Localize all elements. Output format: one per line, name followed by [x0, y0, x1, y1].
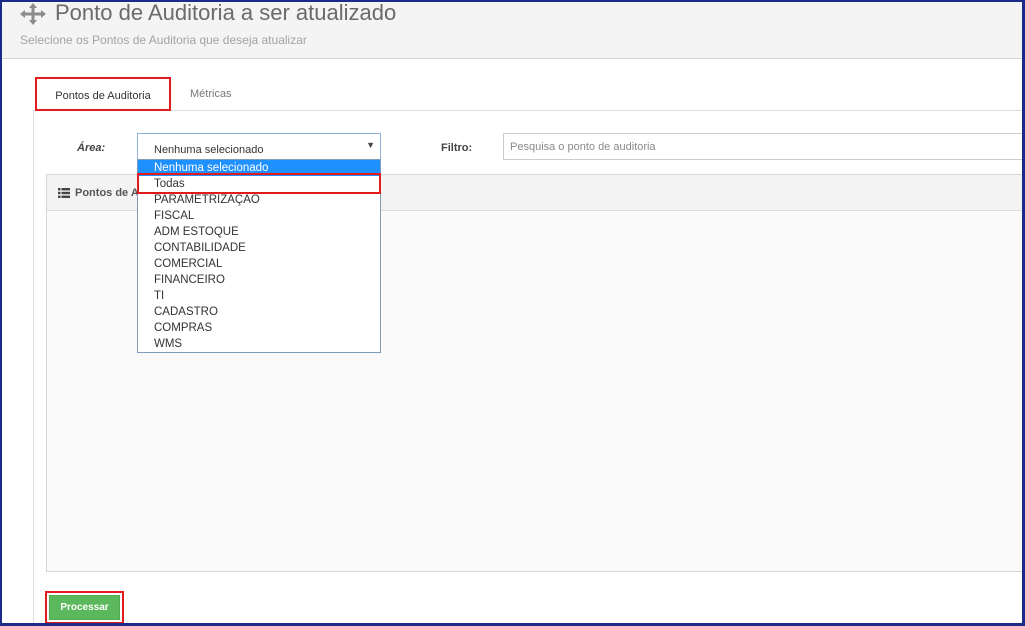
area-label: Área: [77, 142, 106, 154]
filter-label: Filtro: [441, 142, 473, 154]
dropdown-option[interactable]: CONTABILIDADE [138, 240, 380, 256]
dropdown-option[interactable]: COMERCIAL [138, 256, 380, 272]
dropdown-option[interactable]: FINANCEIRO [138, 272, 380, 288]
dropdown-option[interactable]: PARAMETRIZAÇÃO [138, 192, 380, 208]
dropdown-option[interactable]: ADM ESTOQUE [138, 224, 380, 240]
dropdown-option[interactable]: CADASTRO [138, 304, 380, 320]
process-button-highlight: Processar [45, 591, 124, 624]
list-icon [58, 188, 70, 198]
chevron-down-icon: ▼ [366, 140, 375, 150]
filter-input[interactable] [503, 133, 1025, 160]
page-header: Ponto de Auditoria a ser atualizado Sele… [2, 0, 1022, 59]
dropdown-option[interactable]: FISCAL [138, 208, 380, 224]
area-select-value: Nenhuma selecionado [154, 144, 264, 156]
dropdown-option[interactable]: TI [138, 288, 380, 304]
dropdown-option[interactable]: WMS [138, 336, 380, 352]
page-title: Ponto de Auditoria a ser atualizado [55, 0, 397, 25]
tab-metricas[interactable]: Métricas [190, 77, 250, 111]
tab-pontos-de-auditoria[interactable]: Pontos de Auditoria [35, 77, 171, 111]
page-subtitle: Selecione os Pontos de Auditoria que des… [20, 33, 307, 47]
process-button[interactable]: Processar [49, 595, 120, 620]
dropdown-option[interactable]: Nenhuma selecionado [138, 160, 380, 176]
area-select[interactable]: Nenhuma selecionado ▼ [137, 133, 381, 160]
dropdown-option[interactable]: COMPRAS [138, 320, 380, 336]
dropdown-option[interactable]: Todas [138, 176, 380, 192]
move-icon [20, 3, 46, 25]
area-dropdown-list: Nenhuma selecionado Todas PARAMETRIZAÇÃO… [137, 159, 381, 353]
list-title: Pontos de A [75, 187, 139, 199]
